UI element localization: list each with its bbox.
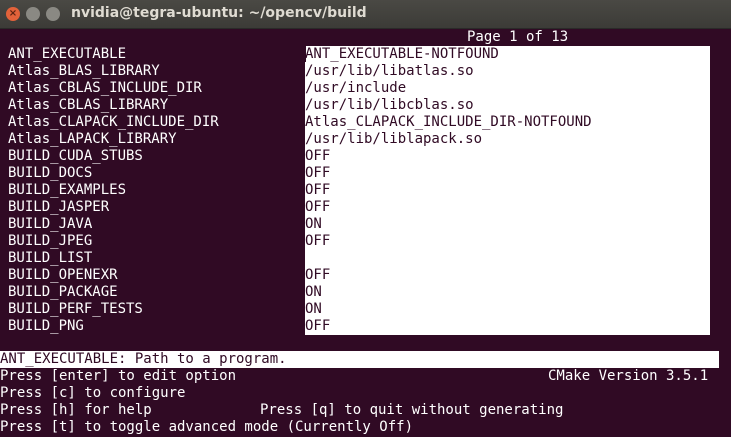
- entry-row-atlas-clapack-include-dir[interactable]: Atlas_CLAPACK_INCLUDE_DIR Atlas_CLAPACK_…: [0, 114, 731, 131]
- entry-value[interactable]: ON: [305, 301, 322, 318]
- entry-value[interactable]: /usr/lib/liblapack.so: [305, 131, 482, 148]
- toggle-advanced-hint: Press [t] to toggle advanced mode (Curre…: [0, 419, 414, 435]
- entry-row-build-list[interactable]: BUILD_LIST: [0, 250, 731, 267]
- entry-row-build-java[interactable]: BUILD_JAVA ON: [0, 216, 731, 233]
- entry-value[interactable]: /usr/include: [305, 80, 406, 97]
- footer-line-configure: Press [c] to configure: [0, 385, 731, 402]
- entry-key: Atlas_BLAS_LIBRARY: [8, 63, 160, 79]
- entry-key: BUILD_EXAMPLES: [8, 182, 127, 198]
- quit-hint: Press [q] to quit without generating: [260, 402, 564, 418]
- entry-value-text: ANT_EXECUTABLE-NOTFOUND: [305, 46, 499, 62]
- cache-entries-list: ANT_EXECUTABLE ANT_EXECUTABLE-NOTFOUND A…: [0, 46, 731, 335]
- entry-value[interactable]: /usr/lib/libatlas.so: [305, 63, 474, 80]
- footer-line-edit: Press [enter] to edit option CMake Versi…: [0, 368, 731, 385]
- entry-row-build-examples[interactable]: BUILD_EXAMPLES OFF: [0, 182, 731, 199]
- entry-key: BUILD_PNG: [8, 318, 84, 334]
- entry-key: ANT_EXECUTABLE: [8, 46, 127, 62]
- close-button[interactable]: ×: [6, 7, 20, 21]
- title-bar[interactable]: × nvidia@tegra-ubuntu: ~/opencv/build: [0, 0, 731, 29]
- terminal-window: × nvidia@tegra-ubuntu: ~/opencv/build Pa…: [0, 0, 731, 437]
- page-indicator: Page 1 of 13: [467, 29, 569, 45]
- entry-help-bar: ANT_EXECUTABLE: Path to a program.: [0, 351, 719, 368]
- help-hint: Press [h] for help: [0, 402, 152, 418]
- entry-value[interactable]: /usr/lib/libcblas.so: [305, 97, 474, 114]
- entry-value[interactable]: OFF: [305, 165, 330, 182]
- close-icon: ×: [8, 8, 18, 19]
- entry-value[interactable]: OFF: [305, 199, 330, 216]
- entry-row-atlas-lapack-library[interactable]: Atlas_LAPACK_LIBRARY /usr/lib/liblapack.…: [0, 131, 731, 148]
- entry-value[interactable]: OFF: [305, 148, 330, 165]
- entry-key: BUILD_LIST: [8, 250, 93, 266]
- entry-value[interactable]: ON: [305, 216, 322, 233]
- entry-row-build-jasper[interactable]: BUILD_JASPER OFF: [0, 199, 731, 216]
- configure-hint: Press [c] to configure: [0, 385, 186, 401]
- entry-row-atlas-blas-library[interactable]: Atlas_BLAS_LIBRARY /usr/lib/libatlas.so: [0, 63, 731, 80]
- entry-row-build-perf-tests[interactable]: BUILD_PERF_TESTS ON: [0, 301, 731, 318]
- entry-row-build-jpeg[interactable]: BUILD_JPEG OFF: [0, 233, 731, 250]
- entry-help-text: ANT_EXECUTABLE: Path to a program.: [0, 351, 287, 367]
- page-bar: Page 1 of 13: [0, 29, 731, 46]
- entry-row-build-cuda-stubs[interactable]: BUILD_CUDA_STUBS OFF: [0, 148, 731, 165]
- entry-key: BUILD_PERF_TESTS: [8, 301, 143, 317]
- edit-option-hint: Press [enter] to edit option: [0, 368, 237, 384]
- entry-value[interactable]: Atlas_CLAPACK_INCLUDE_DIR-NOTFOUND: [305, 114, 592, 131]
- window-title: nvidia@tegra-ubuntu: ~/opencv/build: [71, 5, 367, 21]
- entry-value[interactable]: OFF: [305, 182, 330, 199]
- entry-key: BUILD_OPENEXR: [8, 267, 118, 283]
- entry-key: BUILD_JAVA: [8, 216, 93, 232]
- entry-value[interactable]: OFF: [305, 267, 330, 284]
- entry-key: BUILD_PACKAGE: [8, 284, 118, 300]
- entry-row-atlas-cblas-library[interactable]: Atlas_CBLAS_LIBRARY /usr/lib/libcblas.so: [0, 97, 731, 114]
- minimize-button[interactable]: [26, 7, 40, 21]
- entry-key: Atlas_CLAPACK_INCLUDE_DIR: [8, 114, 219, 130]
- entry-row-build-package[interactable]: BUILD_PACKAGE ON: [0, 284, 731, 301]
- entry-value[interactable]: ON: [305, 284, 322, 301]
- entry-value[interactable]: OFF: [305, 233, 330, 250]
- footer-line-help: Press [h] for help Press [q] to quit wit…: [0, 402, 731, 419]
- entry-key: BUILD_JPEG: [8, 233, 93, 249]
- entry-key: BUILD_DOCS: [8, 165, 93, 181]
- entry-row-build-docs[interactable]: BUILD_DOCS OFF: [0, 165, 731, 182]
- entry-row-ant-executable[interactable]: ANT_EXECUTABLE ANT_EXECUTABLE-NOTFOUND: [0, 46, 731, 63]
- entry-value[interactable]: OFF: [305, 318, 330, 335]
- entry-key: Atlas_LAPACK_LIBRARY: [8, 131, 177, 147]
- text-cursor: [305, 46, 306, 62]
- entry-row-build-png[interactable]: BUILD_PNG OFF: [0, 318, 731, 335]
- entry-row-build-openexr[interactable]: BUILD_OPENEXR OFF: [0, 267, 731, 284]
- entry-key: Atlas_CBLAS_INCLUDE_DIR: [8, 80, 202, 96]
- footer-line-toggle: Press [t] to toggle advanced mode (Curre…: [0, 419, 731, 436]
- entry-key: BUILD_CUDA_STUBS: [8, 148, 143, 164]
- maximize-button[interactable]: [46, 7, 60, 21]
- entry-key: Atlas_CBLAS_LIBRARY: [8, 97, 169, 113]
- entry-row-atlas-cblas-include-dir[interactable]: Atlas_CBLAS_INCLUDE_DIR /usr/include: [0, 80, 731, 97]
- cmake-version: CMake Version 3.5.1: [548, 368, 709, 384]
- entry-key: BUILD_JASPER: [8, 199, 110, 215]
- entry-value[interactable]: ANT_EXECUTABLE-NOTFOUND: [305, 46, 499, 63]
